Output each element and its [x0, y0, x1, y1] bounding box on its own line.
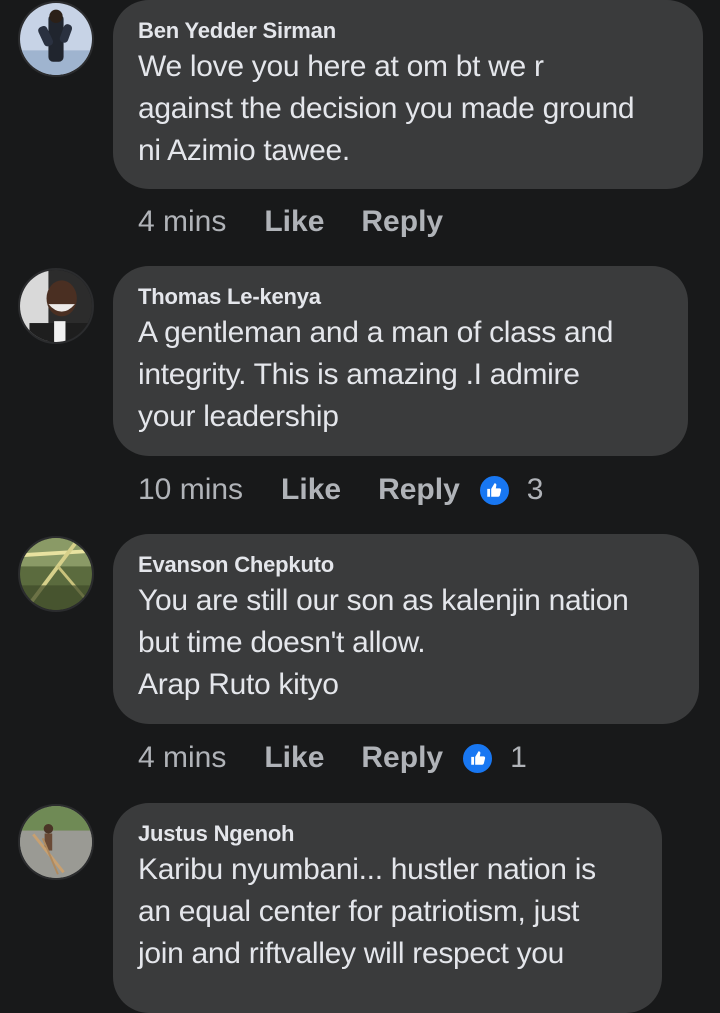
like-button[interactable]: Like [264, 205, 324, 239]
comment-bubble: Ben Yedder Sirman We love you here at om… [113, 0, 703, 189]
reply-button[interactable]: Reply [361, 741, 443, 775]
avatar-image [20, 538, 92, 610]
comment-author[interactable]: Ben Yedder Sirman [138, 18, 677, 44]
avatar[interactable] [18, 536, 94, 612]
comment-actions: 4 mins Like Reply [138, 202, 461, 242]
comment-timestamp[interactable]: 4 mins [138, 741, 226, 775]
like-button[interactable]: Like [264, 741, 324, 775]
comment-timestamp[interactable]: 10 mins [138, 473, 243, 507]
avatar[interactable] [18, 804, 94, 880]
comment-actions: 4 mins Like Reply 1 [138, 738, 527, 778]
comment-author[interactable]: Justus Ngenoh [138, 821, 636, 847]
avatar-image [20, 806, 92, 878]
thumbs-up-icon [461, 741, 495, 775]
comment-item: Evanson Chepkuto You are still our son a… [0, 534, 720, 794]
comment-bubble: Thomas Le-kenya A gentleman and a man of… [113, 266, 688, 456]
reply-button[interactable]: Reply [361, 205, 443, 239]
avatar-image [20, 3, 92, 75]
comment-item: Justus Ngenoh Karibu nyumbani... hustler… [0, 803, 720, 1013]
reply-button[interactable]: Reply [378, 473, 460, 507]
comment-actions: 10 mins Like Reply 3 [138, 470, 543, 510]
comment-timestamp[interactable]: 4 mins [138, 205, 226, 239]
comment-text: Karibu nyumbani... hustler nation is an … [138, 853, 596, 970]
comment-bubble: Justus Ngenoh Karibu nyumbani... hustler… [113, 803, 662, 1013]
thumbs-up-icon [477, 473, 511, 507]
thumbs-up-glyph [487, 483, 502, 497]
comment-text: We love you here at om bt we r against t… [138, 50, 635, 167]
comment-text: You are still our son as kalenjin nation… [138, 584, 629, 701]
avatar-image [20, 270, 92, 342]
comment-item: Thomas Le-kenya A gentleman and a man of… [0, 266, 720, 526]
comment-bubble: Evanson Chepkuto You are still our son a… [113, 534, 699, 724]
thumbs-up-glyph [470, 751, 485, 765]
avatar[interactable] [18, 268, 94, 344]
reaction-count: 3 [526, 473, 544, 506]
reaction-summary[interactable]: 1 [461, 741, 527, 775]
comment-item: Ben Yedder Sirman We love you here at om… [0, 0, 720, 260]
like-button[interactable]: Like [281, 473, 341, 507]
reaction-count: 1 [510, 741, 527, 774]
comment-author[interactable]: Evanson Chepkuto [138, 552, 673, 578]
reaction-summary[interactable]: 3 [477, 473, 544, 507]
comment-author[interactable]: Thomas Le-kenya [138, 284, 662, 310]
comment-text: A gentleman and a man of class and integ… [138, 316, 614, 433]
avatar[interactable] [18, 1, 94, 77]
